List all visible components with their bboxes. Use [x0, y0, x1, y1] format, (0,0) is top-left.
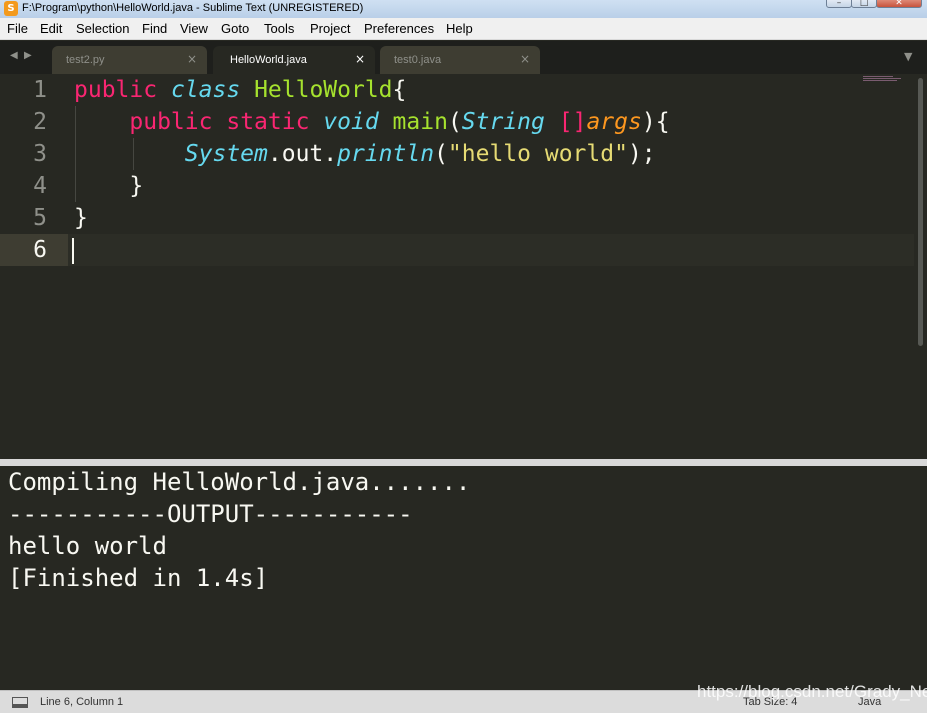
- menu-project[interactable]: Project: [310, 21, 350, 37]
- code-line-5[interactable]: }: [74, 202, 88, 234]
- tab-label: test0.java: [394, 54, 442, 66]
- tab-test2-py[interactable]: test2.py ×: [52, 46, 207, 74]
- line-number: 1: [33, 77, 47, 103]
- editor-scrollbar[interactable]: [914, 74, 927, 459]
- tab-close-icon[interactable]: ×: [520, 52, 530, 66]
- panel-splitter[interactable]: [0, 459, 927, 466]
- output-line: hello world: [8, 532, 167, 560]
- minimize-button[interactable]: –: [826, 0, 852, 8]
- maximize-button[interactable]: □: [851, 0, 877, 8]
- tab-bar: ◀ ▶ test2.py × test0.java × HelloWorld.j…: [0, 41, 927, 74]
- tab-helloworld-java[interactable]: HelloWorld.java ×: [213, 46, 375, 74]
- tab-close-icon[interactable]: ×: [355, 52, 365, 66]
- code-line-4[interactable]: }: [74, 170, 143, 202]
- code-token: main: [392, 109, 448, 135]
- code-token: []: [558, 109, 587, 135]
- code-token: }: [74, 205, 88, 231]
- menu-bar: File Edit Selection Find View Goto Tools…: [0, 18, 927, 40]
- menu-find[interactable]: Find: [142, 21, 167, 37]
- menu-help[interactable]: Help: [446, 21, 473, 37]
- line-number: 3: [33, 141, 47, 167]
- menu-file[interactable]: File: [7, 21, 28, 37]
- tab-forward-arrow-icon[interactable]: ▶: [24, 50, 32, 62]
- line-number: 5: [33, 205, 47, 231]
- code-line-2[interactable]: public static void main(String []args){: [74, 106, 670, 138]
- menu-selection[interactable]: Selection: [76, 21, 129, 37]
- title-bar: S F:\Program\python\HelloWorld.java - Su…: [0, 0, 927, 18]
- code-token: .out.: [267, 141, 338, 167]
- build-output-panel: Compiling HelloWorld.java....... -------…: [0, 466, 927, 690]
- sublime-logo-icon: S: [4, 1, 18, 16]
- output-line: [Finished in 1.4s]: [8, 564, 269, 592]
- code-token: "hello world": [447, 141, 628, 167]
- menu-edit[interactable]: Edit: [40, 21, 62, 37]
- code-token: class: [170, 77, 241, 103]
- code-token: (: [447, 109, 462, 135]
- tab-test0-java[interactable]: test0.java ×: [380, 46, 540, 74]
- code-token: );: [627, 141, 656, 167]
- line-number-gutter: 1 2 3 4 5 6: [0, 74, 68, 459]
- tab-label: test2.py: [66, 54, 105, 66]
- code-token: static: [226, 109, 310, 135]
- code-token: println: [337, 141, 435, 167]
- code-token: }: [74, 173, 144, 199]
- tab-close-icon[interactable]: ×: [187, 52, 197, 66]
- code-token: HelloWorld: [254, 77, 393, 103]
- cursor-position: Line 6, Column 1: [40, 696, 124, 708]
- code-token: public: [74, 77, 158, 103]
- minimap[interactable]: [863, 76, 903, 84]
- code-token: public: [129, 109, 213, 135]
- menu-preferences[interactable]: Preferences: [364, 21, 434, 37]
- code-token: String: [461, 109, 545, 135]
- menu-view[interactable]: View: [180, 21, 208, 37]
- current-line-highlight: [68, 234, 914, 266]
- panel-toggle-icon[interactable]: [12, 697, 28, 708]
- tab-back-arrow-icon[interactable]: ◀: [10, 50, 18, 62]
- code-token: System: [184, 141, 268, 167]
- text-cursor: [72, 238, 74, 264]
- code-token: {: [392, 77, 407, 103]
- code-token: ){: [641, 109, 670, 135]
- line-number: 4: [33, 173, 47, 199]
- menu-tools[interactable]: Tools: [264, 21, 294, 37]
- line-number: 2: [33, 109, 47, 135]
- tab-label: HelloWorld.java: [230, 54, 307, 66]
- line-number: 6: [33, 237, 47, 263]
- code-line-3[interactable]: System.out.println("hello world");: [74, 138, 656, 170]
- window-title: F:\Program\python\HelloWorld.java - Subl…: [22, 2, 364, 14]
- code-token: void: [323, 109, 379, 135]
- code-token: (: [434, 141, 448, 167]
- scrollbar-thumb[interactable]: [918, 78, 923, 346]
- watermark-text: https://blog.csdn.net/Grady_Ne: [697, 682, 927, 701]
- close-window-button[interactable]: ✕: [876, 0, 922, 8]
- code-line-1[interactable]: public class HelloWorld{: [74, 74, 406, 106]
- code-editor[interactable]: 1 2 3 4 5 6 public class HelloWorld{ pub…: [0, 74, 927, 459]
- output-line: -----------OUTPUT-----------: [8, 500, 413, 528]
- code-token: args: [586, 109, 642, 135]
- menu-goto[interactable]: Goto: [221, 21, 249, 37]
- tab-list-dropdown-icon[interactable]: ▼: [904, 51, 912, 63]
- output-line: Compiling HelloWorld.java.......: [8, 468, 471, 496]
